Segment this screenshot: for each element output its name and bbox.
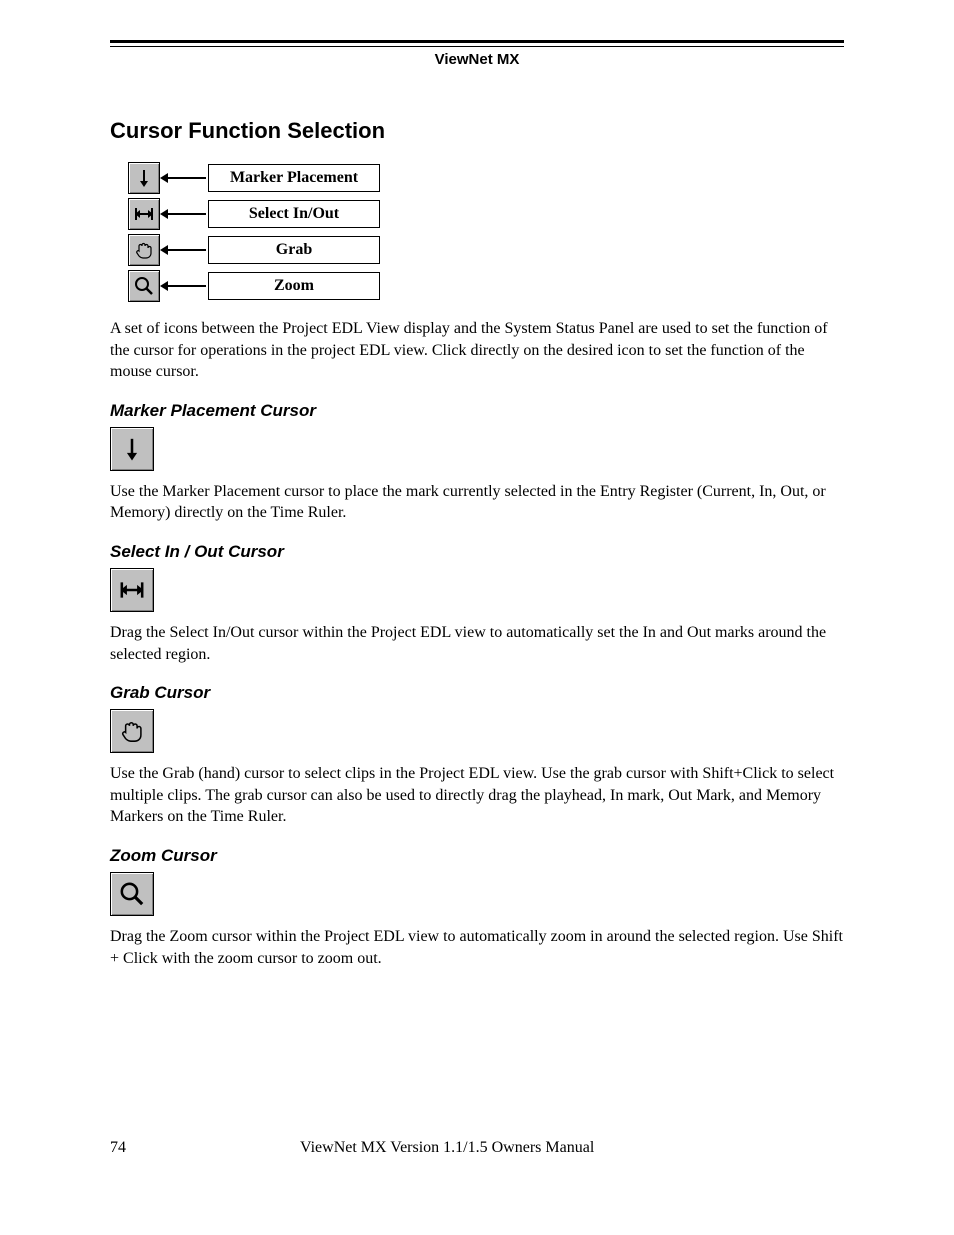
footer-title: ViewNet MX Version 1.1/1.5 Owners Manual [300,1139,844,1157]
subsection-body-zoom: Drag the Zoom cursor within the Project … [110,926,844,969]
subsection-body-grab: Use the Grab (hand) cursor to select cli… [110,763,844,828]
diagram-row: Select In/Out [128,198,844,230]
subsection-title-select: Select In / Out Cursor [110,542,844,562]
grab-hand-icon[interactable] [128,234,160,266]
diagram-label: Marker Placement [208,164,380,192]
diagram-row: Marker Placement [128,162,844,194]
page-number: 74 [110,1139,300,1157]
zoom-magnifier-icon[interactable] [110,872,154,916]
diagram-row: Grab [128,234,844,266]
header-product: ViewNet MX [110,51,844,68]
arrow-connector [166,249,206,251]
diagram-row: Zoom [128,270,844,302]
grab-hand-icon[interactable] [110,709,154,753]
intro-paragraph: A set of icons between the Project EDL V… [110,318,844,383]
subsection-body-select: Drag the Select In/Out cursor within the… [110,622,844,665]
marker-down-icon[interactable] [128,162,160,194]
arrow-connector [166,285,206,287]
header-rule [110,40,844,47]
subsection-title-zoom: Zoom Cursor [110,846,844,866]
arrow-connector [166,213,206,215]
diagram-label: Grab [208,236,380,264]
subsection-body-marker: Use the Marker Placement cursor to place… [110,481,844,524]
cursor-function-diagram: Marker Placement Select In/Out Grab Zoom [128,162,844,302]
zoom-magnifier-icon[interactable] [128,270,160,302]
diagram-label: Select In/Out [208,200,380,228]
arrow-connector [166,177,206,179]
marker-down-icon[interactable] [110,427,154,471]
select-inout-icon[interactable] [128,198,160,230]
subsection-title-grab: Grab Cursor [110,683,844,703]
page-footer: 74 ViewNet MX Version 1.1/1.5 Owners Man… [110,1139,844,1157]
diagram-label: Zoom [208,272,380,300]
select-inout-icon[interactable] [110,568,154,612]
section-title: Cursor Function Selection [110,118,844,144]
subsection-title-marker: Marker Placement Cursor [110,401,844,421]
